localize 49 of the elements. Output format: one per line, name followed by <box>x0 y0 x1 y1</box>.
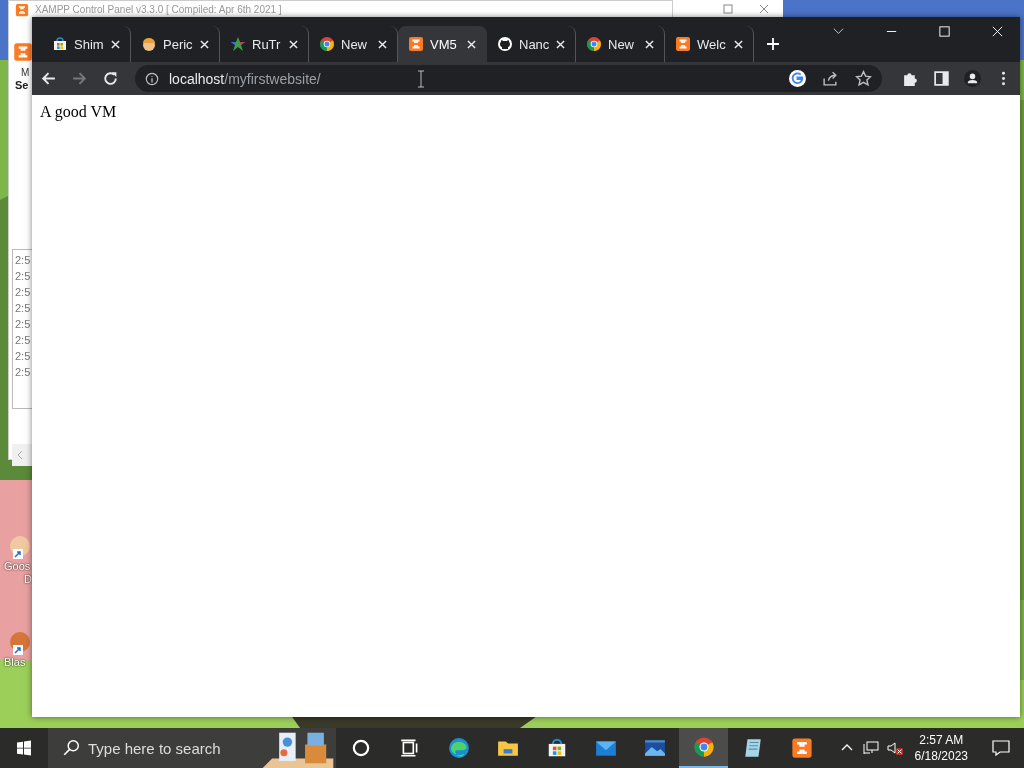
log-line: 2:5 <box>15 333 31 348</box>
share-icon[interactable] <box>822 70 839 87</box>
log-line: 2:5 <box>15 269 31 284</box>
xampp-icon <box>408 36 424 52</box>
chrome-icon <box>319 36 335 52</box>
log-line: 2:5 <box>15 301 31 316</box>
browser-tab[interactable]: VM5 <box>398 26 487 62</box>
reload-icon[interactable] <box>102 70 119 87</box>
notification-icon[interactable] <box>992 739 1010 757</box>
photos-icon <box>643 737 666 759</box>
info-icon[interactable] <box>145 71 159 86</box>
log-line: 2:5 <box>15 317 31 332</box>
label-text: Se <box>15 79 29 91</box>
url-text[interactable]: localhost/myfirstwebsite/ <box>169 70 321 87</box>
side-panel-icon[interactable] <box>933 70 950 87</box>
forward-arrow-icon[interactable] <box>71 70 88 87</box>
star-icon <box>230 36 246 52</box>
google-icon[interactable] <box>789 70 806 87</box>
page-text: A good VM <box>40 103 118 121</box>
store-icon <box>52 36 68 52</box>
profile-icon[interactable] <box>964 70 981 87</box>
search-icon <box>62 739 80 757</box>
windows-start-icon[interactable] <box>16 740 32 756</box>
scrollbar[interactable] <box>12 444 33 466</box>
clock[interactable]: 2:57 AM 6/18/2023 <box>914 732 968 764</box>
shortcut-icon[interactable] <box>8 536 32 560</box>
star-icon[interactable] <box>855 70 872 87</box>
shortcut-icon[interactable] <box>8 632 32 656</box>
xampp-icon <box>790 737 813 759</box>
edge-icon <box>447 737 470 759</box>
xampp-icon <box>15 3 29 17</box>
new-tab-icon[interactable] <box>766 37 780 51</box>
window-title: XAMPP Control Panel v3.3.0 [ Compiled: Apr 6th 2021 ] <box>35 4 282 16</box>
puzzle-icon[interactable] <box>902 70 919 87</box>
network-icon[interactable] <box>862 740 879 756</box>
chrome-icon <box>586 36 602 52</box>
log-line: 2:5 <box>15 285 31 300</box>
log-line: 2:5 <box>15 349 31 364</box>
log-line: 2:5 <box>15 253 31 268</box>
chrome-icon <box>692 736 715 758</box>
address-bar[interactable]: localhost/myfirstwebsite/ <box>135 65 882 92</box>
back-arrow-icon[interactable] <box>40 70 57 87</box>
github-icon <box>497 36 513 52</box>
log-line: 2:5 <box>15 365 31 380</box>
label-text: M <box>21 67 30 78</box>
muted-speaker-icon[interactable] <box>886 740 903 756</box>
avatar-icon <box>141 36 157 52</box>
xampp-icon <box>675 36 691 52</box>
text-cursor-icon <box>416 69 425 88</box>
